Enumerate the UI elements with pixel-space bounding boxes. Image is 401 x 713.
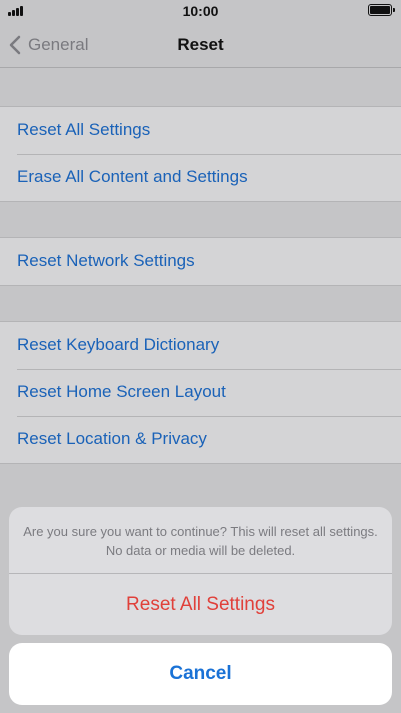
erase-all-content-row[interactable]: Erase All Content and Settings [0, 154, 401, 201]
reset-network-settings-row[interactable]: Reset Network Settings [0, 238, 401, 285]
confirm-reset-button[interactable]: Reset All Settings [9, 574, 392, 635]
reset-keyboard-dictionary-row[interactable]: Reset Keyboard Dictionary [0, 322, 401, 369]
action-sheet-message: Are you sure you want to continue? This … [9, 507, 392, 574]
reset-home-screen-layout-row[interactable]: Reset Home Screen Layout [0, 369, 401, 416]
battery-icon [368, 4, 395, 16]
settings-screen: 10:00 General Reset Reset All Settings E… [0, 0, 401, 713]
reset-group-2: Reset Network Settings [0, 237, 401, 286]
cancel-button[interactable]: Cancel [9, 643, 392, 705]
reset-group-1: Reset All Settings Erase All Content and… [0, 106, 401, 202]
status-bar: 10:00 [0, 0, 401, 22]
reset-location-privacy-row[interactable]: Reset Location & Privacy [0, 416, 401, 463]
navigation-bar: General Reset [0, 22, 401, 68]
reset-group-3: Reset Keyboard Dictionary Reset Home Scr… [0, 321, 401, 464]
page-title: Reset [177, 35, 224, 54]
reset-all-settings-row[interactable]: Reset All Settings [0, 107, 401, 154]
action-sheet: Are you sure you want to continue? This … [9, 507, 392, 635]
status-time: 10:00 [182, 3, 219, 19]
